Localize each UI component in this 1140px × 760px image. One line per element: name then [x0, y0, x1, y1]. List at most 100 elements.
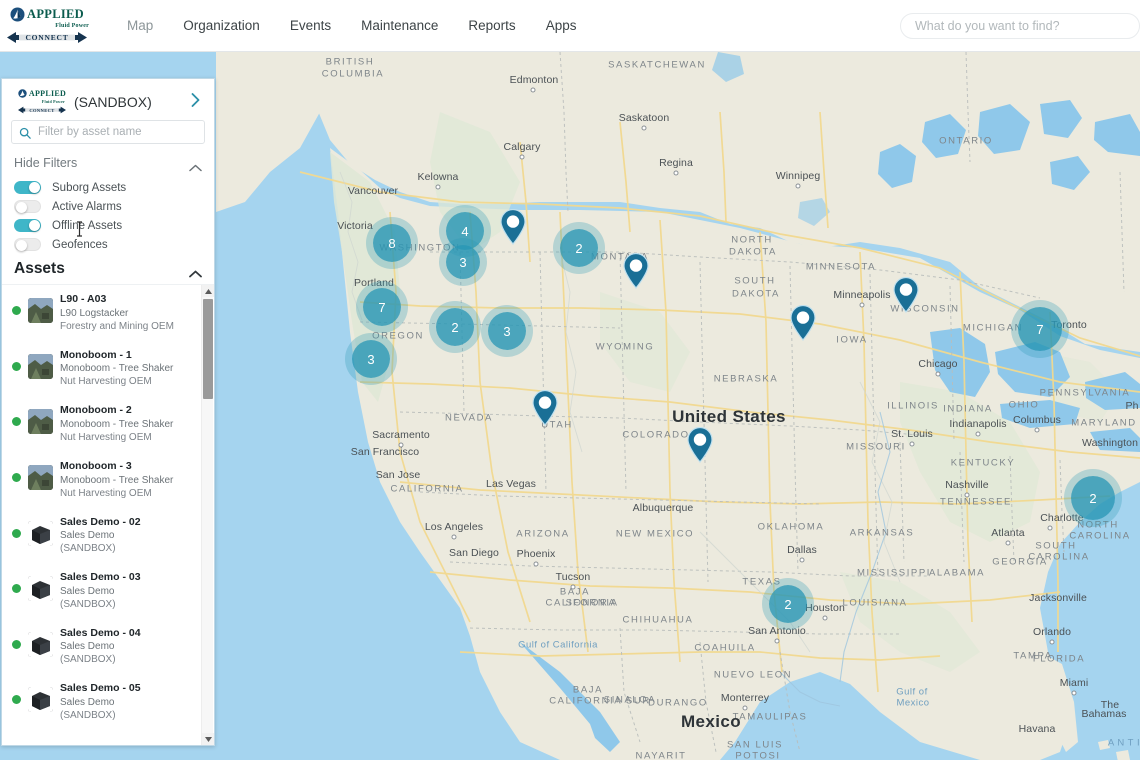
map-cluster-marker[interactable]: 3 [352, 340, 390, 378]
asset-model: L90 Logstacker [60, 307, 129, 319]
asset-status-dot [12, 417, 21, 427]
toggle-label: Geofences [52, 238, 108, 251]
scrollbar-thumb[interactable] [203, 299, 213, 399]
asset-model: Monoboom - Tree Shaker [60, 363, 174, 375]
asset-model: Sales Demo [60, 530, 115, 542]
asset-org: Nut Harvesting OEM [60, 431, 152, 443]
nav-item-maintenance[interactable]: Maintenance [346, 12, 453, 39]
global-search-container [900, 12, 1140, 39]
map-cluster-marker[interactable]: 7 [363, 288, 401, 326]
toggle-switch-suborg-assets[interactable] [14, 181, 41, 194]
asset-list-item[interactable]: Monoboom - 2 Monoboom - Tree Shaker Nut Ha… [2, 396, 202, 452]
chevron-up-icon-filters[interactable] [189, 159, 202, 172]
map-asset-pin[interactable] [500, 208, 526, 245]
asset-thumbnail [28, 298, 53, 323]
map-cluster-marker[interactable]: 2 [769, 585, 807, 623]
asset-list-item[interactable]: Sales Demo - 04 Sales Demo (SANDBOX) [2, 619, 202, 675]
global-search-input[interactable] [900, 12, 1140, 39]
sidebar-org-header[interactable]: APPLIED Fluid Power CONNECT (SANDBOX) [2, 79, 214, 120]
chevron-right-icon[interactable] [187, 92, 204, 111]
asset-list-item[interactable]: Sales Demo - 05 Sales Demo (SANDBOX) [2, 674, 202, 730]
asset-filter-input[interactable] [11, 120, 205, 144]
asset-name: Sales Demo - 05 [60, 682, 141, 695]
app-logo[interactable]: APPLIED Fluid Power CONNECT [4, 7, 90, 44]
toggle-switch-active-alarms[interactable] [14, 200, 41, 213]
map-cluster-marker[interactable]: 2 [560, 229, 598, 267]
asset-org: (SANDBOX) [60, 598, 116, 610]
asset-list-item[interactable]: Sales Demo - 02 Sales Demo (SANDBOX) [2, 508, 202, 564]
asset-status-dot [12, 306, 21, 315]
nav-item-map[interactable]: Map [112, 12, 168, 39]
asset-thumbnail [28, 353, 53, 379]
map-asset-pin[interactable] [687, 426, 713, 463]
asset-model: Sales Demo [60, 697, 115, 709]
asset-list[interactable]: L90 - A03 L90 Logstacker Forestry and Mini… [2, 285, 202, 745]
toggle-switch-offline-assets[interactable] [14, 219, 41, 232]
sidebar-applied-mark-icon [18, 89, 27, 98]
toggle-label: Suborg Assets [52, 181, 127, 194]
asset-model: Monoboom - Tree Shaker [60, 418, 174, 430]
asset-list-item[interactable]: L90 - A03 L90 Logstacker Forestry and Mini… [2, 285, 202, 341]
asset-status-dot [12, 472, 21, 482]
nav-item-apps[interactable]: Apps [531, 12, 592, 39]
toggle-switch-geofences[interactable] [14, 238, 41, 251]
asset-name: Monoboom - 1 [60, 348, 132, 361]
toggle-label: Offline Assets [52, 219, 123, 232]
map-cluster-marker[interactable]: 3 [446, 245, 480, 279]
top-navigation-bar: APPLIED Fluid Power CONNECT Map Organiza… [0, 0, 1140, 52]
asset-name: Sales Demo - 04 [60, 626, 141, 639]
asset-model: Monoboom - Tree Shaker [60, 474, 174, 486]
asset-model: Sales Demo [60, 585, 115, 597]
assets-section-label: Assets [14, 260, 65, 277]
chevron-up-icon-assets[interactable] [189, 265, 202, 278]
nav-item-organization[interactable]: Organization [168, 12, 275, 39]
sidebar-logo-fluid-power-text: Fluid Power [41, 99, 65, 104]
asset-status-dot [12, 528, 21, 538]
sidebar-logo-applied-text: APPLIED [28, 88, 67, 98]
asset-thumbnail [28, 464, 53, 490]
applied-fluid-power-mark-icon [10, 7, 25, 22]
scroll-down-arrow-icon[interactable] [202, 733, 214, 745]
map-cluster-marker[interactable]: 7 [1018, 307, 1062, 351]
app-root: APPLIED Fluid Power CONNECT Map Organiza… [0, 0, 1140, 760]
asset-filter-container [2, 120, 214, 154]
asset-thumbnail [28, 576, 53, 602]
filter-toggle-row[interactable]: Active Alarms [2, 197, 214, 216]
asset-name: Sales Demo - 03 [60, 571, 141, 584]
main-nav-links: Map Organization Events Maintenance Repo… [112, 12, 591, 39]
asset-thumbnail [28, 631, 53, 657]
map-asset-pin[interactable] [790, 304, 816, 341]
nav-item-events[interactable]: Events [275, 12, 346, 39]
map-asset-pin[interactable] [893, 276, 919, 313]
map-asset-pin[interactable] [623, 252, 649, 289]
nav-item-reports[interactable]: Reports [453, 12, 530, 39]
filter-toggle-row[interactable]: Offline Assets [2, 216, 214, 235]
asset-org: Nut Harvesting OEM [60, 487, 152, 499]
logo-applied-text: APPLIED [27, 7, 84, 22]
hide-filters-label: Hide Filters [14, 156, 78, 170]
filter-toggle-row[interactable]: Suborg Assets [2, 178, 214, 197]
asset-status-dot [12, 639, 21, 649]
asset-name: Sales Demo - 02 [60, 515, 141, 528]
asset-list-item[interactable]: Sales Demo - 03 Sales Demo (SANDBOX) [2, 563, 202, 619]
asset-status-dot [12, 584, 21, 594]
hide-filters-toggle-header[interactable]: Hide Filters [2, 154, 214, 176]
assets-section-header[interactable]: Assets [2, 258, 214, 284]
map-cluster-marker[interactable]: 2 [436, 308, 474, 346]
filter-toggle-row[interactable]: Geofences [2, 235, 214, 254]
asset-name: Monoboom - 2 [60, 404, 132, 417]
asset-org: (SANDBOX) [60, 710, 116, 722]
filter-toggle-list: Suborg Assets Active Alarms Offline Assets… [2, 176, 214, 258]
asset-org: (SANDBOX) [60, 654, 116, 666]
asset-list-item[interactable]: Monoboom - 3 Monoboom - Tree Shaker Nut Ha… [2, 452, 202, 508]
map-cluster-marker[interactable]: 3 [488, 312, 526, 350]
map-asset-pin[interactable] [532, 389, 558, 426]
map-cluster-marker[interactable]: 8 [373, 224, 411, 262]
asset-org: Nut Harvesting OEM [60, 376, 152, 388]
asset-list-item[interactable]: Monoboom - 1 Monoboom - Tree Shaker Nut Ha… [2, 341, 202, 397]
scroll-up-arrow-icon[interactable] [202, 285, 214, 297]
logo-connect-text: CONNECT [25, 33, 69, 42]
asset-thumbnail [28, 520, 53, 546]
map-cluster-marker[interactable]: 2 [1071, 476, 1115, 520]
asset-list-scrollbar[interactable] [201, 285, 214, 745]
